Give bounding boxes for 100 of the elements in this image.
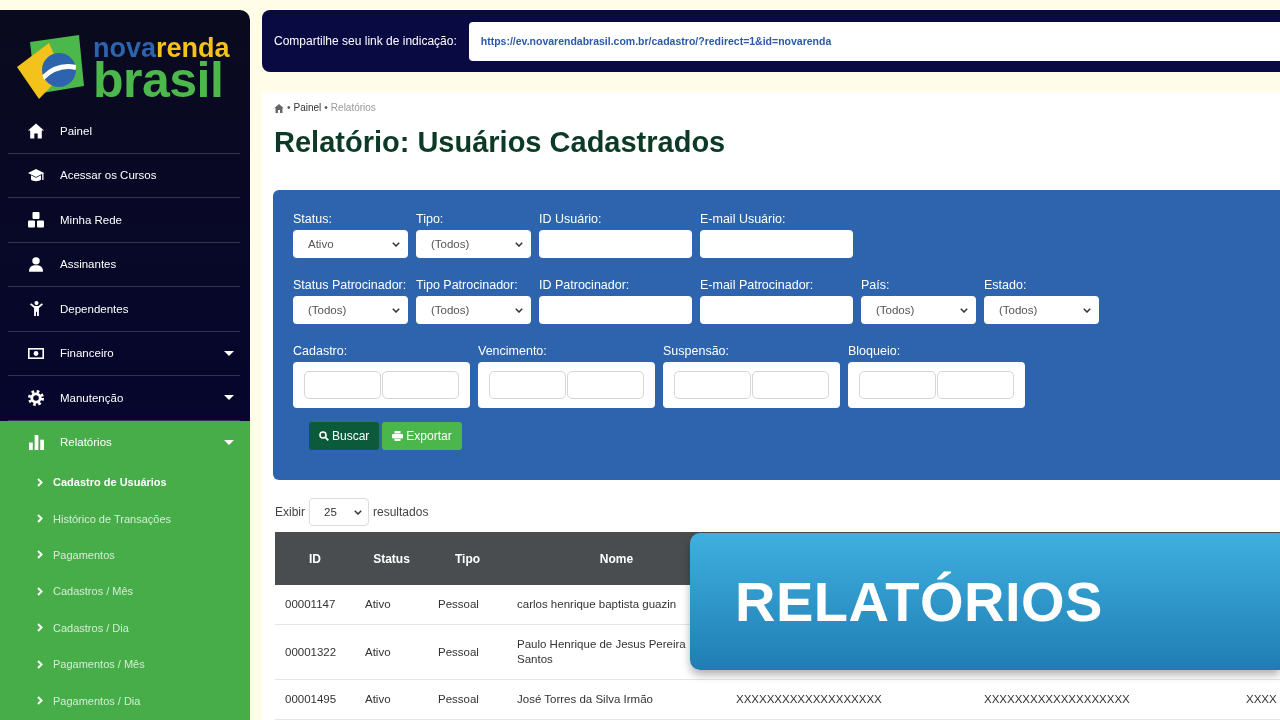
field-label: Bloqueio: [848,344,901,358]
field-label: Suspensão: [663,344,730,358]
gear-icon [28,389,44,406]
column-header: Tipo [454,551,481,566]
column-header: Status [373,551,410,566]
table-cell: 00001322 [285,644,337,660]
date-input[interactable] [382,371,459,399]
sidebar-item[interactable]: Assinantes [0,242,250,286]
field-label: Tipo Patrocinador: [416,278,518,292]
title-banner: RELATÓRIOS [690,533,1280,670]
search-icon [319,431,329,441]
column-header: Nome [599,551,634,566]
referral-link-field[interactable]: https://ev.novarendabrasil.com.br/cadastro/?redirect=1&id=novarenda [468,21,1280,61]
table-cell: 00001147 [285,597,336,612]
text-field[interactable] [539,230,692,258]
table-cell: Pessoal [438,644,479,660]
dropdown[interactable]: Ativo [293,230,408,258]
search-button[interactable]: Buscar [309,422,380,450]
person-icon [29,301,43,317]
breadcrumb-current: Relatórios [330,102,376,114]
sidebar-item[interactable]: Minha Rede [0,198,250,242]
logo-icon [17,34,85,100]
field-label: Cadastro: [293,344,348,358]
chevron-right-icon [37,696,43,706]
field-label: País: [861,278,890,292]
dropdown[interactable]: (Todos) [416,230,531,258]
caret-down-icon [224,395,234,401]
field-label: Estado: [984,278,1027,292]
date-input[interactable] [489,371,566,399]
date-input[interactable] [859,371,936,399]
caret-down-icon [224,350,234,356]
sidebar-item[interactable]: Financeiro [0,331,250,375]
field-label: E-mail Usuário: [700,212,786,226]
table-cell: XXXXXXXXXXXXXXXXXXX [984,692,1130,707]
bar-chart-icon [28,434,44,450]
field-label: Status Patrocinador: [293,278,407,292]
chevron-down-icon [515,307,523,313]
dropdown[interactable]: (Todos) [293,296,408,324]
date-input[interactable] [567,371,644,399]
chevron-down-icon [515,241,523,247]
chevron-down-icon [392,307,400,313]
banknote-icon [28,347,44,359]
text-field[interactable] [539,296,692,324]
sidebar-item[interactable]: Acessar os Cursos [0,153,250,197]
chevron-down-icon [392,241,400,247]
chevron-right-icon [37,514,43,524]
date-input[interactable] [304,371,381,399]
chevron-right-icon [37,659,43,669]
field-label: ID Usuário: [539,212,602,226]
sidebar-item[interactable]: Manutenção [0,376,250,420]
breadcrumb-separator: • [324,102,328,114]
table-cell: Pessoal [438,692,479,707]
logo-text: novarenda [93,35,230,62]
home-icon[interactable] [274,103,284,113]
dropdown[interactable]: (Todos) [984,296,1099,324]
table-cell: Ativo [365,597,391,612]
table-cell: Pessoal [438,597,479,612]
table-cell: Ativo [365,644,391,660]
chevron-down-icon [1083,307,1091,313]
field-label: ID Patrocinador: [539,278,630,292]
user-icon [29,256,43,272]
field-label: Tipo: [416,212,444,226]
referral-label: Compartilhe seu link de indicação: [274,34,457,48]
column-header: ID [309,551,321,566]
chevron-down-icon [354,509,362,515]
field-label: Vencimento: [478,344,547,358]
caret-down-icon [224,439,234,445]
dropdown[interactable]: (Todos) [416,296,531,324]
chevron-right-icon [37,550,43,560]
date-input[interactable] [752,371,829,399]
text-field[interactable] [700,230,853,258]
table-cell-text: Paulo Henrique de Jesus Pereira Santos [517,637,687,667]
sidebar-item[interactable]: Painel [0,109,250,153]
table-cell: XXXX [1246,692,1277,707]
text-field[interactable] [700,296,853,324]
field-label: Status: [293,212,332,226]
sidebar-item[interactable]: Dependentes [0,287,250,331]
table-cell: 00001495 [285,692,337,707]
page-title: Relatório: Usuários Cadastrados [274,126,726,158]
field-label: E-mail Patrocinador: [700,278,814,292]
chevron-right-icon [37,586,43,596]
table-cell: carlos henrique baptista guazin [517,597,677,612]
table-cell: José Torres da Silva Irmão [517,692,653,707]
chevron-right-icon [37,477,43,487]
blocks-icon [28,211,44,228]
date-input[interactable] [937,371,1014,399]
chevron-right-icon [37,623,43,633]
breadcrumb-separator: • [287,102,291,114]
breadcrumb-link[interactable]: Painel [293,102,322,114]
chevron-down-icon [960,307,968,313]
date-input[interactable] [674,371,751,399]
printer-icon [392,431,404,441]
home-icon [28,122,44,139]
page-size-label: resultados [373,505,429,519]
dropdown[interactable]: (Todos) [861,296,976,324]
graduation-cap-icon [28,168,44,182]
page-size-dropdown[interactable]: 25 [309,498,369,526]
table-cell: Ativo [365,692,391,707]
table-cell: XXXXXXXXXXXXXXXXXXX [736,692,882,707]
page-size-label: Exibir [275,505,305,519]
